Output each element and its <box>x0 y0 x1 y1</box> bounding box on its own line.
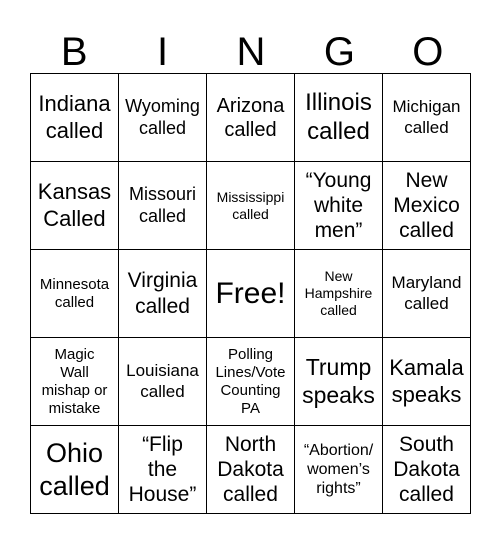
bingo-cell[interactable]: New Hampshire called <box>295 250 383 338</box>
bingo-cell[interactable]: Trump speaks <box>295 338 383 426</box>
bingo-cell[interactable]: Indiana called <box>31 74 119 162</box>
bingo-cell[interactable]: Michigan called <box>383 74 471 162</box>
title-letter: O <box>412 30 444 74</box>
bingo-cell[interactable]: South Dakota called <box>383 426 471 514</box>
bingo-cell[interactable]: Virginia called <box>119 250 207 338</box>
title-letter: B <box>60 30 88 74</box>
free-space[interactable]: Free! <box>207 250 295 338</box>
bingo-cell[interactable]: Magic Wall mishap or mistake <box>31 338 119 426</box>
bingo-cell[interactable]: Maryland called <box>383 250 471 338</box>
bingo-cell[interactable]: Kamala speaks <box>383 338 471 426</box>
bingo-cell[interactable]: “Young white men” <box>295 162 383 250</box>
bingo-cell[interactable]: Mississippi called <box>207 162 295 250</box>
bingo-cell[interactable]: Polling Lines/Vote Counting PA <box>207 338 295 426</box>
bingo-cell[interactable]: Illinois called <box>295 74 383 162</box>
bingo-cell[interactable]: New Mexico called <box>383 162 471 250</box>
bingo-cell[interactable]: “Abortion/ women’s rights” <box>295 426 383 514</box>
bingo-cell[interactable]: Minnesota called <box>31 250 119 338</box>
bingo-title: B I N G O <box>30 28 472 76</box>
bingo-cell[interactable]: “Flip the House” <box>119 426 207 514</box>
title-letter: N <box>236 30 266 74</box>
bingo-cell[interactable]: Kansas Called <box>31 162 119 250</box>
bingo-grid: Indiana called Wyoming called Arizona ca… <box>30 73 471 514</box>
bingo-cell[interactable]: Wyoming called <box>119 74 207 162</box>
title-letter: I <box>157 30 169 74</box>
bingo-cell[interactable]: Missouri called <box>119 162 207 250</box>
bingo-cell[interactable]: Ohio called <box>31 426 119 514</box>
bingo-cell[interactable]: Arizona called <box>207 74 295 162</box>
bingo-cell[interactable]: North Dakota called <box>207 426 295 514</box>
bingo-cell[interactable]: Louisiana called <box>119 338 207 426</box>
title-letter: G <box>323 30 355 74</box>
